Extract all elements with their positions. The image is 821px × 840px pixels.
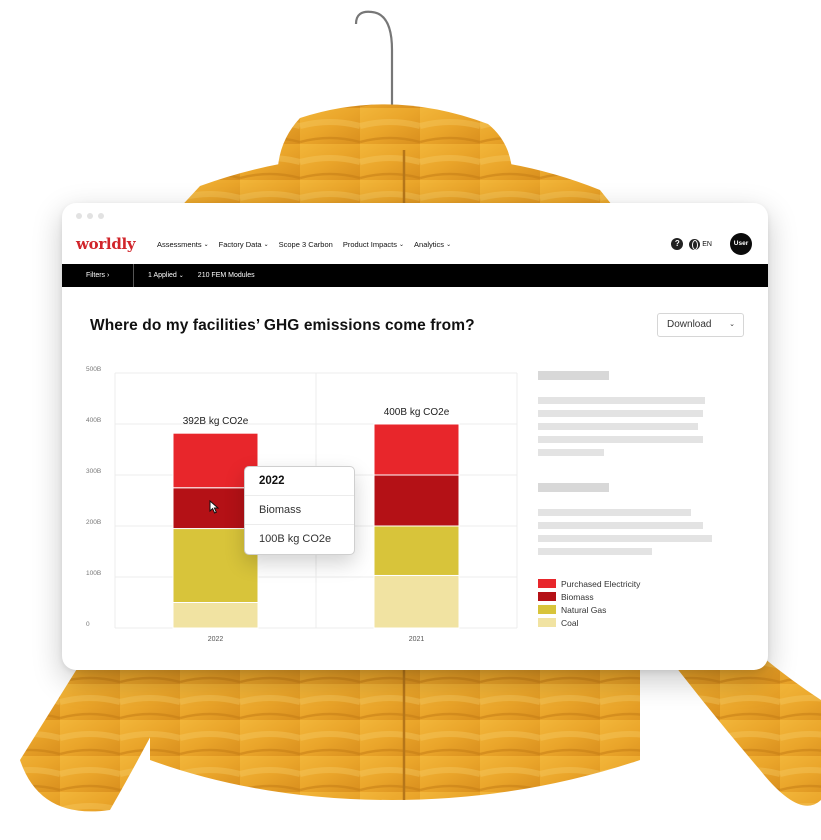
placeholder-line (538, 397, 705, 404)
placeholder-heading (538, 371, 609, 380)
legend-item-biomass[interactable]: Biomass (538, 590, 640, 603)
chart-legend: Purchased Electricity Biomass Natural Ga… (538, 577, 640, 629)
legend-swatch (538, 592, 556, 601)
bar-segment (172, 602, 259, 629)
tooltip-category: Biomass (245, 496, 354, 525)
y-axis-ticks: 0 100B 200B 300B 400B 500B (86, 366, 101, 628)
placeholder-line (538, 423, 698, 430)
y-tick-label: 300B (86, 468, 101, 475)
legend-label: Purchased Electricity (561, 578, 641, 589)
x-axis-ticks: 2022 2021 (208, 636, 425, 643)
bar-total-label: 392B kg CO2e (183, 416, 249, 427)
bar-segment (373, 474, 460, 527)
legend-swatch (538, 605, 556, 614)
y-tick-label: 500B (86, 366, 101, 373)
tooltip-year: 2022 (245, 467, 354, 496)
y-tick-label: 200B (86, 519, 101, 526)
mouse-pointer-icon (209, 500, 220, 514)
placeholder-line (538, 548, 652, 555)
y-tick-label: 100B (86, 570, 101, 577)
legend-item-natural-gas[interactable]: Natural Gas (538, 603, 640, 616)
placeholder-line (538, 410, 703, 417)
legend-item-purchased-electricity[interactable]: Purchased Electricity (538, 577, 640, 590)
app-window: worldly Assessments ⌄ Factory Data ⌄ Scope… (62, 203, 768, 670)
placeholder-line (538, 509, 691, 516)
placeholder-line (538, 522, 703, 529)
legend-label: Biomass (561, 591, 594, 602)
placeholder-line (538, 535, 712, 542)
legend-label: Natural Gas (561, 604, 607, 615)
bar-segment (373, 574, 460, 629)
y-tick-label: 400B (86, 417, 101, 424)
bar-segment (373, 423, 460, 476)
placeholder-line (538, 436, 703, 443)
placeholder-line (538, 449, 604, 456)
bar-segment (373, 525, 460, 576)
x-tick-label: 2021 (409, 636, 425, 643)
placeholder-heading (538, 483, 609, 492)
legend-swatch (538, 618, 556, 627)
legend-label: Coal (561, 617, 579, 628)
legend-swatch (538, 579, 556, 588)
x-tick-label: 2022 (208, 636, 224, 643)
bar-total-label: 400B kg CO2e (384, 407, 450, 418)
legend-item-coal[interactable]: Coal (538, 616, 640, 629)
tooltip-value: 100B kg CO2e (259, 533, 332, 545)
chart-tooltip: 2022 Biomass 100B kg CO2e (244, 466, 355, 555)
y-tick-label: 0 (86, 621, 90, 628)
